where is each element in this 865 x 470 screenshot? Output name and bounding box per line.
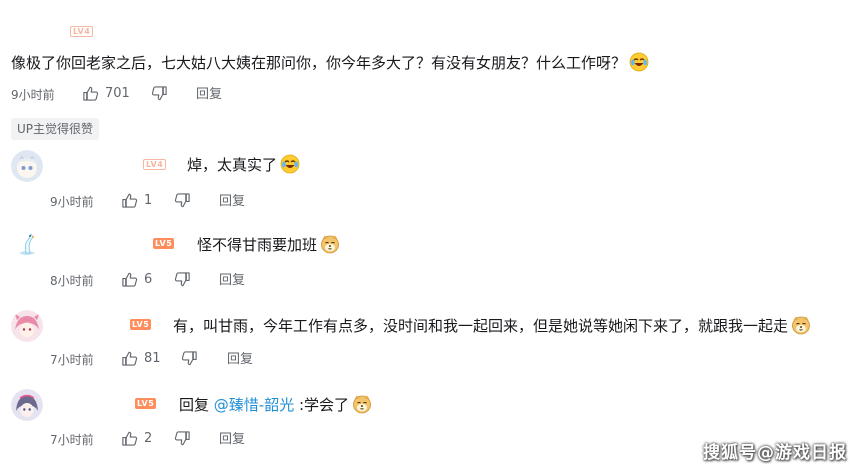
like-count: 701 (105, 86, 130, 101)
dislike-button[interactable] (174, 192, 191, 209)
thumbs-up-icon (122, 193, 138, 208)
reply-text: 回复 @臻惜-韶光 :学会了 (179, 394, 372, 415)
like-count: 81 (144, 351, 161, 366)
user-level-badge: LV5 (130, 319, 152, 330)
doge-emoji-icon (353, 395, 371, 414)
like-button[interactable]: 1 (121, 192, 152, 209)
reply-suffix: :学会了 (299, 396, 350, 414)
avatar[interactable] (11, 150, 43, 182)
thumbs-down-icon (174, 272, 190, 287)
doge-emoji-icon (321, 235, 339, 254)
thumbs-down-icon (174, 431, 190, 446)
thumbs-up-icon (122, 431, 138, 446)
thumbs-up-icon (83, 86, 99, 101)
thumbs-up-icon (122, 272, 138, 287)
laugh-cry-emoji-icon (629, 52, 649, 72)
reply-text: 有，叫甘雨，今年工作有点多，没时间和我一起回来，但是她说等她闲下来了，就跟我一起… (173, 315, 811, 336)
reply-prefix: 回复 (179, 396, 210, 414)
reply-time: 7小时前 (50, 353, 94, 367)
reply-button[interactable]: 回复 (219, 432, 245, 448)
up-liked-tag: UP主觉得很赞 (11, 118, 100, 140)
source-watermark: 搜狐号@游戏日报 (703, 443, 847, 463)
comment-time: 9小时前 (11, 88, 55, 102)
reply-text: 怪不得甘雨要加班 (197, 234, 340, 255)
like-count: 6 (144, 272, 153, 287)
thumbs-down-icon (174, 193, 190, 208)
mentioned-user-link[interactable]: @臻惜-韶光 (214, 396, 294, 414)
like-button[interactable]: 2 (121, 430, 152, 447)
reply-button[interactable]: 回复 (196, 87, 222, 103)
like-button[interactable]: 701 (82, 85, 130, 102)
thumbs-down-icon (151, 86, 167, 101)
comment-text: 像极了你回老家之后，七大姑八大姨在那问你，你今年多大了？有没有女朋友？什么工作呀… (11, 52, 649, 73)
reply-button[interactable]: 回复 (219, 273, 245, 289)
user-level-badge: LV4 (70, 26, 94, 37)
avatar[interactable] (11, 389, 43, 421)
reply-button[interactable]: 回复 (219, 194, 245, 210)
reply-text: 焯，太真实了 (187, 154, 300, 175)
like-button[interactable]: 81 (121, 350, 161, 367)
reply-time: 9小时前 (50, 195, 94, 209)
avatar[interactable] (11, 229, 43, 261)
doge-emoji-icon (792, 316, 810, 335)
reply-time: 7小时前 (50, 433, 94, 447)
user-level-badge: LV4 (143, 159, 167, 170)
reply-button[interactable]: 回复 (227, 352, 253, 368)
like-button[interactable]: 6 (121, 271, 152, 288)
user-level-badge: LV5 (135, 398, 157, 409)
dislike-button[interactable] (151, 85, 168, 102)
dislike-button[interactable] (174, 271, 191, 288)
user-level-badge: LV5 (153, 238, 175, 249)
reply-time: 8小时前 (50, 274, 94, 288)
laugh-cry-emoji-icon (280, 154, 300, 174)
thumbs-up-icon (122, 351, 138, 366)
dislike-button[interactable] (181, 350, 198, 367)
dislike-button[interactable] (174, 430, 191, 447)
avatar[interactable] (11, 310, 43, 342)
like-count: 2 (144, 431, 153, 446)
like-count: 1 (144, 193, 153, 208)
thumbs-down-icon (181, 351, 197, 366)
